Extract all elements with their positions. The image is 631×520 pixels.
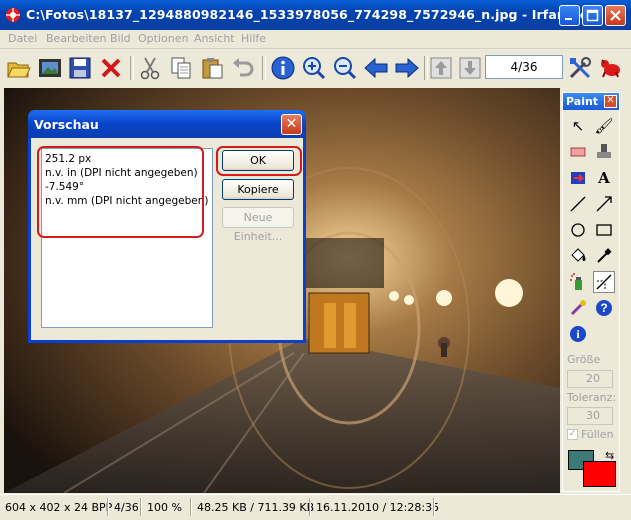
zoom-out-icon[interactable]: [332, 55, 358, 81]
menu-bild[interactable]: Bild: [110, 32, 131, 45]
arrow-tool-icon[interactable]: [593, 193, 615, 215]
fill-tool-icon[interactable]: [567, 245, 589, 267]
save-icon[interactable]: [67, 55, 93, 81]
menu-hilfe[interactable]: Hilfe: [241, 32, 266, 45]
dialog-title: Vorschau: [34, 117, 99, 132]
status-filesize: 48.25 KB / 711.39 KB: [197, 501, 315, 514]
preview-dialog: Vorschau ✕ 251.2 px n.v. in (DPI nicht a…: [28, 110, 306, 343]
status-zoom: 100 %: [147, 501, 182, 514]
status-dimensions: 604 x 402 x 24 BPP: [5, 501, 113, 514]
menu-ansicht[interactable]: Ansicht: [194, 32, 235, 45]
undo-icon[interactable]: [230, 55, 256, 81]
cut-icon[interactable]: [137, 55, 163, 81]
status-bar: 604 x 402 x 24 BPP 4/36 100 % 48.25 KB /…: [0, 494, 631, 520]
highlight-annotation: [216, 146, 302, 176]
line-measure-tool-icon[interactable]: [593, 271, 615, 293]
cursor-tool-icon[interactable]: ↖: [567, 115, 589, 137]
paint-close-button[interactable]: ✕: [604, 95, 617, 108]
ellipse-tool-icon[interactable]: [567, 219, 589, 241]
status-separator: [309, 498, 311, 516]
size-label: Größe: [567, 353, 601, 366]
title-bar: C:\Fotos\18137_1294880982146_1533978056_…: [0, 0, 631, 30]
svg-text:?: ?: [600, 301, 607, 315]
paint-titlebar: Paint ✕: [563, 93, 619, 110]
menu-bar: Datei Bearbeiten Bild Optionen Ansicht H…: [0, 30, 631, 49]
tolerance-input[interactable]: 30: [567, 407, 613, 425]
paste-icon[interactable]: [199, 55, 225, 81]
status-separator: [190, 498, 192, 516]
menu-optionen[interactable]: Optionen: [138, 32, 188, 45]
effects-tool-icon[interactable]: [567, 297, 589, 319]
open-icon[interactable]: [6, 55, 32, 81]
stamp-tool-icon[interactable]: [593, 141, 615, 163]
maximize-button[interactable]: [582, 5, 603, 26]
paint-title: Paint: [566, 95, 599, 108]
new-unit-button[interactable]: Neue Einheit...: [222, 207, 294, 243]
status-separator: [107, 498, 109, 516]
irfanview-icon: [6, 8, 20, 22]
info-icon[interactable]: [270, 55, 296, 81]
zoom-in-icon[interactable]: [301, 55, 327, 81]
minimize-button[interactable]: [559, 5, 580, 26]
delete-icon[interactable]: [98, 55, 124, 81]
fill-checkbox[interactable]: ✓: [567, 429, 578, 440]
first-page-icon[interactable]: [428, 55, 454, 81]
dialog-titlebar: Vorschau ✕: [28, 110, 306, 138]
page-counter: 4/36: [485, 55, 563, 79]
help-icon[interactable]: ?: [593, 297, 615, 319]
text-tool-icon[interactable]: A: [593, 167, 615, 189]
brush-tool-icon[interactable]: 🖌: [593, 115, 615, 137]
eraser-tool-icon[interactable]: [567, 141, 589, 163]
fill-label: Füllen: [581, 428, 614, 441]
dialog-close-button[interactable]: ✕: [281, 114, 302, 135]
size-input[interactable]: 20: [567, 370, 613, 388]
options-icon[interactable]: [567, 55, 593, 81]
highlight-annotation: [37, 146, 204, 238]
close-button[interactable]: [605, 5, 626, 26]
toolbar-separator: [262, 56, 266, 80]
menu-bearbeiten[interactable]: Bearbeiten: [46, 32, 106, 45]
tolerance-label: Toleranz:: [567, 391, 617, 404]
copy-icon[interactable]: [168, 55, 194, 81]
line-tool-icon[interactable]: [567, 193, 589, 215]
slideshow-icon[interactable]: [37, 55, 63, 81]
status-separator: [140, 498, 142, 516]
last-page-icon[interactable]: [457, 55, 483, 81]
copy-button[interactable]: Kopiere: [222, 179, 294, 200]
status-separator: [433, 498, 435, 516]
toolbar-separator: [130, 56, 134, 80]
status-index: 4/36: [114, 501, 139, 514]
background-color-swatch[interactable]: [583, 461, 616, 487]
previous-icon[interactable]: [363, 55, 389, 81]
window-title: C:\Fotos\18137_1294880982146_1533978056_…: [26, 7, 601, 22]
swap-colors-icon[interactable]: ⇆: [605, 449, 614, 462]
rectangle-tool-icon[interactable]: [593, 219, 615, 241]
info-icon[interactable]: i: [567, 323, 589, 345]
next-icon[interactable]: [394, 55, 420, 81]
paint-panel: Paint ✕ ↖ 🖌 A ? i Größe 20 Toleranz: 30 …: [562, 92, 620, 492]
color-picker-tool-icon[interactable]: [593, 245, 615, 267]
menu-datei[interactable]: Datei: [8, 32, 37, 45]
status-datetime: 16.11.2010 / 12:28:35: [316, 501, 440, 514]
irfanview-logo-icon[interactable]: [598, 55, 624, 81]
dialog-body: 251.2 px n.v. in (DPI nicht angegeben) -…: [31, 138, 303, 340]
color-replace-tool-icon[interactable]: [567, 167, 589, 189]
spray-tool-icon[interactable]: [567, 271, 589, 293]
